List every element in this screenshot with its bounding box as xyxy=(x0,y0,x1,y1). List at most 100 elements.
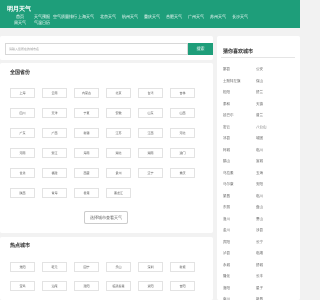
sidebar-city-link[interactable]: 八公山 xyxy=(256,125,267,130)
sidebar-city-link[interactable]: 隆化 xyxy=(223,274,230,279)
province-link[interactable]: 黑龙江 xyxy=(106,188,131,198)
hot-city-link[interactable]: 汕尾 xyxy=(42,281,67,291)
province-link[interactable]: 山东 xyxy=(138,108,163,118)
sidebar-city-link[interactable]: 洛川 xyxy=(223,217,230,222)
province-link[interactable]: 西藏 xyxy=(74,168,99,178)
search-button[interactable]: 搜索 xyxy=(188,43,213,55)
nav-item-air-quality[interactable]: 空气质量排行 xyxy=(53,14,77,20)
sidebar-city-link[interactable]: 永城 xyxy=(223,263,230,268)
sidebar-city-link[interactable]: 金川 xyxy=(223,228,230,233)
hot-city-link[interactable]: 乾元 xyxy=(42,262,67,272)
site-logo[interactable]: 明月天气 xyxy=(7,4,31,13)
province-link[interactable]: 河南 xyxy=(10,148,35,158)
hot-city-link[interactable]: 乐山 xyxy=(106,262,131,272)
province-link[interactable]: 海南 xyxy=(74,148,99,158)
sidebar-city-link[interactable]: 鹤山 xyxy=(223,159,230,164)
nav-item-hangzhou[interactable]: 杭州天气 xyxy=(119,14,141,20)
nav-item-beijing[interactable]: 北京天气 xyxy=(97,14,119,20)
hot-city-link[interactable]: 固宁 xyxy=(74,262,99,272)
sidebar-city-link[interactable]: 宣城 xyxy=(256,159,263,164)
province-link[interactable]: 上海 xyxy=(10,88,35,98)
nav-item-week[interactable]: 周天气 xyxy=(9,20,31,26)
hot-city-link[interactable]: 吉阳 xyxy=(170,281,195,291)
sidebar-city-link[interactable]: 鄞县 xyxy=(223,67,230,72)
sidebar-city-link[interactable]: 土默特左旗 xyxy=(223,79,241,84)
sidebar-city-link[interactable]: 安阳 xyxy=(256,182,263,187)
province-link[interactable]: 江苏 xyxy=(106,128,131,138)
province-link[interactable]: 江西 xyxy=(138,128,163,138)
sidebar-city-link[interactable]: 松阳 xyxy=(223,90,230,95)
province-link[interactable]: 湖南 xyxy=(138,148,163,158)
search-input[interactable]: 请输入您所在的城市名 xyxy=(5,43,188,55)
province-link[interactable]: 宁夏 xyxy=(74,108,99,118)
sidebar-city-link[interactable]: 宾阳 xyxy=(223,240,230,245)
nav-item-hefei[interactable]: 合肥天气 xyxy=(163,14,185,20)
sidebar-city-link[interactable]: 祁县 xyxy=(223,136,230,141)
hot-city-link[interactable]: 建阳 xyxy=(74,281,99,291)
sidebar-city-link[interactable]: 舒城 xyxy=(256,263,263,268)
hot-city-link[interactable]: 资阳 xyxy=(138,281,163,291)
sidebar-city-link[interactable]: 洛阳 xyxy=(223,286,230,291)
sidebar-city-link[interactable]: 临川 xyxy=(256,148,263,153)
province-link[interactable]: 安徽 xyxy=(106,108,131,118)
province-link[interactable]: 山西 xyxy=(170,108,195,118)
province-link[interactable]: 重庆 xyxy=(170,168,195,178)
province-link[interactable]: 云南 xyxy=(42,88,67,98)
sidebar-city-link[interactable]: 延巴尔 xyxy=(223,113,234,118)
sidebar-city-link[interactable]: 泰和 xyxy=(223,102,230,107)
hot-city-link[interactable]: 深圳 xyxy=(138,262,163,272)
choose-city-button[interactable]: 选择城市查看天气 xyxy=(84,211,128,224)
province-link[interactable]: 内蒙古 xyxy=(74,88,99,98)
sidebar-city-link[interactable]: 公安 xyxy=(256,67,263,72)
sidebar-city-link[interactable]: 临川 xyxy=(256,194,263,199)
province-link[interactable]: 新疆 xyxy=(74,128,99,138)
sidebar-city-link[interactable]: 泸县 xyxy=(223,251,230,256)
sidebar-city-link[interactable]: 普兰 xyxy=(256,113,263,118)
sidebar-city-link[interactable]: 天镇 xyxy=(256,102,263,107)
sidebar-city-link[interactable]: 临湘 xyxy=(256,251,263,256)
sidebar-city-link[interactable]: 东丽 xyxy=(223,205,230,210)
sidebar-city-link[interactable]: 繁昌 xyxy=(223,194,230,199)
province-link[interactable]: 贵州 xyxy=(106,168,131,178)
province-link[interactable]: 四川 xyxy=(10,108,35,118)
hot-city-link[interactable]: 宝鸡 xyxy=(10,281,35,291)
province-link[interactable]: 香港 xyxy=(74,188,99,198)
sidebar-city-link[interactable]: 舒兰 xyxy=(256,90,263,95)
province-link[interactable]: 甘肃 xyxy=(10,168,35,178)
nav-item-suzhou[interactable]: 苏州天气 xyxy=(207,14,229,20)
province-link[interactable]: 湖北 xyxy=(106,148,131,158)
hot-city-link[interactable]: 新塘 xyxy=(170,262,195,272)
sidebar-city-link[interactable]: 涉县 xyxy=(256,228,263,233)
sidebar-city-link[interactable]: 萧山 xyxy=(256,217,263,222)
sidebar-city-link[interactable]: 长宁 xyxy=(256,240,263,245)
province-link[interactable]: 福建 xyxy=(42,168,67,178)
nav-item-temp-calendar[interactable]: 气温日历 xyxy=(31,20,53,26)
province-link[interactable]: 青海 xyxy=(42,188,67,198)
province-link[interactable]: 广东 xyxy=(10,128,35,138)
nav-item-chongqing[interactable]: 重庆天气 xyxy=(141,14,163,20)
province-link[interactable]: 北京 xyxy=(106,88,131,98)
province-link[interactable]: 澳门 xyxy=(170,148,195,158)
sidebar-city-link[interactable]: 城固 xyxy=(256,136,263,141)
sidebar-city-link[interactable]: 保山 xyxy=(256,79,263,84)
province-link[interactable]: 吉林 xyxy=(170,88,195,98)
sidebar-city-link[interactable]: 柯城 xyxy=(223,148,230,153)
province-link[interactable]: 陕西 xyxy=(10,188,35,198)
sidebar-city-link[interactable]: 乌拉素 xyxy=(223,171,234,176)
hot-city-link[interactable]: 淮阳 xyxy=(10,262,35,272)
nav-item-guangzhou[interactable]: 广州天气 xyxy=(185,14,207,20)
nav-item-changsha[interactable]: 长沙天气 xyxy=(229,14,251,20)
province-link[interactable]: 河北 xyxy=(170,128,195,138)
province-link[interactable]: 浙江 xyxy=(42,148,67,158)
province-link[interactable]: 辽宁 xyxy=(138,168,163,178)
province-link[interactable]: 天津 xyxy=(42,108,67,118)
sidebar-city-link[interactable]: 长丰 xyxy=(256,274,263,279)
province-link[interactable]: 台湾 xyxy=(138,88,163,98)
hot-city-link[interactable]: 临洮秦楚 xyxy=(106,281,131,291)
province-link[interactable]: 广西 xyxy=(42,128,67,138)
sidebar-city-link[interactable]: 盘山 xyxy=(256,205,263,210)
sidebar-city-link[interactable]: 马尔康 xyxy=(223,182,234,187)
sidebar-city-link[interactable]: 玉海 xyxy=(256,171,263,176)
sidebar-city-link[interactable]: 密云 xyxy=(223,125,230,130)
sidebar-city-link[interactable]: 星子 xyxy=(256,286,263,291)
